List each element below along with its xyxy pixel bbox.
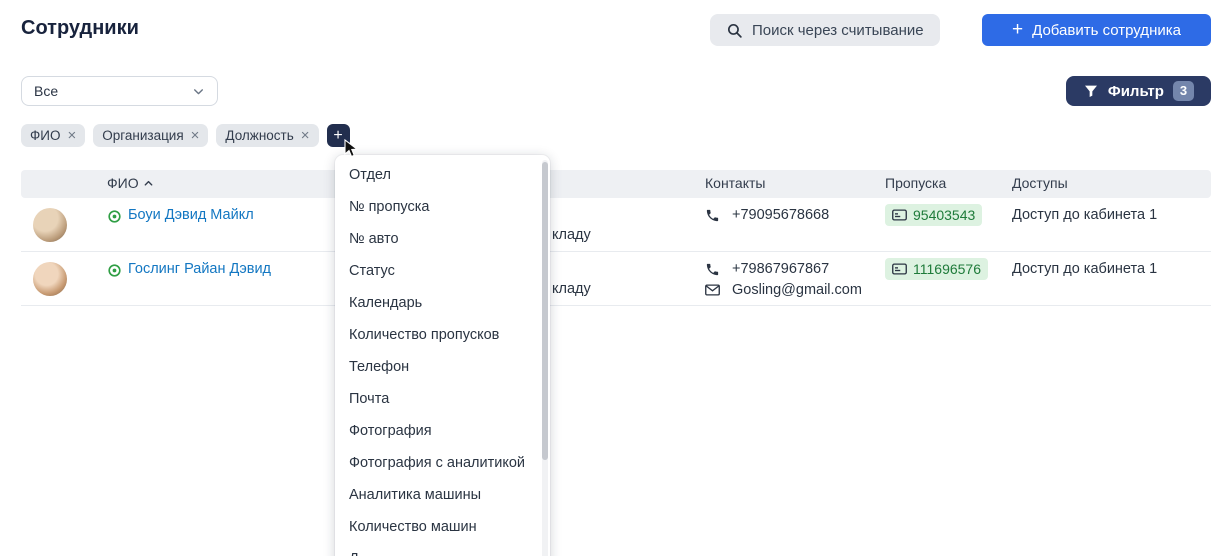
employee-phone: +79867967867: [732, 261, 829, 277]
page-title: Сотрудники: [21, 17, 139, 40]
column-header-passes[interactable]: Пропуска: [885, 175, 946, 191]
chevron-down-icon: [192, 85, 205, 98]
view-filter-select[interactable]: Все: [21, 76, 218, 106]
filter-label: Фильтр: [1108, 83, 1164, 100]
add-employee-button[interactable]: + Добавить сотрудника: [982, 14, 1211, 46]
column-header-passes-label: Пропуска: [885, 175, 946, 191]
menu-item-photo[interactable]: Фотография: [335, 415, 550, 447]
id-card-icon: [892, 263, 907, 275]
pass-badge: 111696576: [885, 258, 988, 280]
column-picker-menu: Отдел № пропуска № авто Статус Календарь…: [335, 155, 550, 556]
chip-position[interactable]: Должность ×: [216, 124, 318, 147]
chip-position-label: Должность: [225, 128, 293, 143]
table-header-row: ФИО Контакты Пропуска Доступы: [21, 170, 1211, 198]
filter-funnel-icon: [1083, 83, 1099, 99]
menu-item-status[interactable]: Статус: [335, 255, 550, 287]
menu-item-pass-number[interactable]: № пропуска: [335, 191, 550, 223]
scan-search-button[interactable]: Поиск через считывание: [710, 14, 940, 46]
salary-text-fragment: кладу: [552, 281, 591, 297]
menu-item-photo-analytics[interactable]: Фотография с аналитикой: [335, 447, 550, 479]
employees-table: ФИО Контакты Пропуска Доступы: [21, 170, 1211, 306]
employee-email: Gosling@gmail.com: [732, 282, 862, 298]
chip-organization-label: Организация: [102, 128, 183, 143]
email-icon: [705, 284, 720, 296]
employee-phone: +79095678668: [732, 207, 829, 223]
column-header-access[interactable]: Доступы: [1012, 175, 1068, 191]
menu-item-car-analytics[interactable]: Аналитика машины: [335, 479, 550, 511]
table-row[interactable]: Гослинг Райан Дэвид кладу +79867967867 G…: [21, 252, 1211, 306]
pass-number: 95403543: [913, 207, 975, 223]
sort-asc-icon: [143, 178, 154, 189]
employee-access: Доступ до кабинета 1: [1012, 207, 1157, 223]
chip-organization[interactable]: Организация ×: [93, 124, 208, 147]
column-header-contacts[interactable]: Контакты: [705, 175, 765, 191]
menu-item-phone[interactable]: Телефон: [335, 351, 550, 383]
chip-fio-label: ФИО: [30, 128, 60, 143]
phone-icon: [705, 208, 720, 223]
status-target-icon: [107, 209, 122, 224]
id-card-icon: [892, 209, 907, 221]
filter-count-badge: 3: [1173, 81, 1194, 101]
employee-name-link[interactable]: Гослинг Райан Дэвид: [128, 261, 271, 277]
menu-item-mail[interactable]: Почта: [335, 383, 550, 415]
salary-text-fragment: кладу: [552, 227, 591, 243]
column-header-fio[interactable]: ФИО: [107, 175, 154, 191]
chip-fio-close-icon[interactable]: ×: [67, 128, 76, 143]
employee-name-link[interactable]: Боуи Дэвид Майкл: [128, 207, 254, 223]
menu-item-calendar[interactable]: Календарь: [335, 287, 550, 319]
plus-icon: +: [333, 128, 342, 144]
add-employee-label: Добавить сотрудника: [1032, 22, 1181, 39]
column-header-contacts-label: Контакты: [705, 175, 765, 191]
chip-position-close-icon[interactable]: ×: [301, 128, 310, 143]
scrollbar-thumb[interactable]: [542, 162, 548, 460]
mouse-cursor-icon: [344, 139, 360, 164]
menu-item-auto-number[interactable]: № авто: [335, 223, 550, 255]
avatar: [33, 262, 67, 296]
menu-item-pass-count[interactable]: Количество пропусков: [335, 319, 550, 351]
employee-access: Доступ до кабинета 1: [1012, 261, 1157, 277]
filter-chips-row: ФИО × Организация × Должность × +: [21, 124, 350, 147]
column-header-fio-label: ФИО: [107, 175, 139, 191]
status-target-icon: [107, 263, 122, 278]
column-header-access-label: Доступы: [1012, 175, 1068, 191]
plus-icon: +: [1012, 20, 1023, 39]
avatar: [33, 208, 67, 242]
menu-item-clipped[interactable]: Д: [335, 543, 550, 556]
menu-item-car-count[interactable]: Количество машин: [335, 511, 550, 543]
table-row[interactable]: Боуи Дэвид Майкл кладу +79095678668 9540…: [21, 198, 1211, 252]
search-icon: [726, 22, 743, 39]
chip-fio[interactable]: ФИО ×: [21, 124, 85, 147]
pass-number: 111696576: [913, 261, 981, 277]
chip-organization-close-icon[interactable]: ×: [191, 128, 200, 143]
employees-page: Сотрудники Поиск через считывание + Доба…: [0, 0, 1232, 556]
menu-item-otdel[interactable]: Отдел: [335, 159, 550, 191]
pass-badge: 95403543: [885, 204, 982, 226]
scan-search-label: Поиск через считывание: [752, 22, 924, 39]
phone-icon: [705, 262, 720, 277]
view-filter-value: Все: [34, 83, 58, 99]
filter-button[interactable]: Фильтр 3: [1066, 76, 1211, 106]
